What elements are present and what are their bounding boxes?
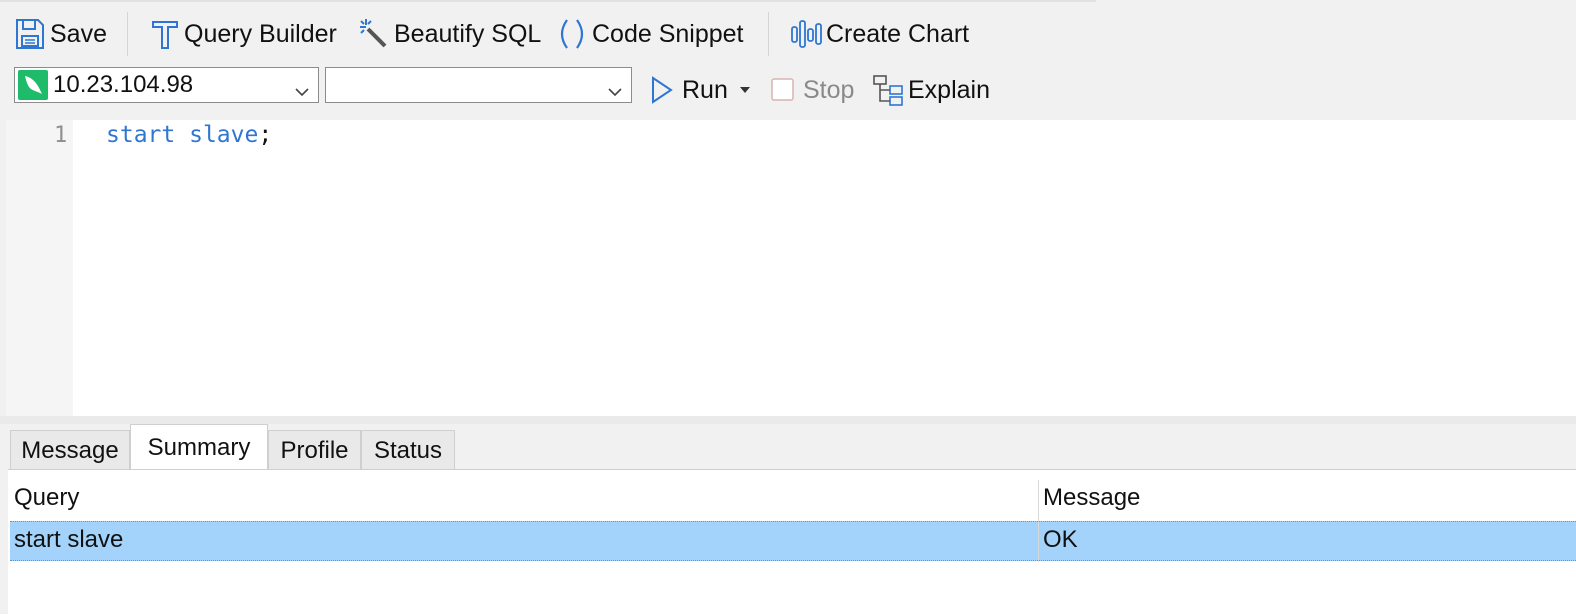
chevron-down-icon [294,78,310,106]
save-label: Save [50,19,107,48]
table-row[interactable]: start slave OK [10,521,1576,561]
run-button[interactable]: Run [650,70,728,110]
chart-icon [790,17,822,51]
tab-label: Status [373,436,443,464]
run-dropdown-button[interactable] [739,70,759,110]
run-label: Run [682,75,728,104]
sql-keyword: start [106,122,176,148]
connection-select[interactable]: 10.23.104.98 [14,67,319,103]
parentheses-icon [556,17,588,51]
query-builder-label: Query Builder [184,19,337,48]
toolbar-top-border [0,0,1096,2]
explain-button[interactable]: Explain [872,70,990,110]
query-window: Save Query Builder Beautify SQL Code Sni… [0,0,1576,615]
magic-wand-icon [358,17,390,51]
column-divider[interactable] [1038,480,1039,562]
column-header-query[interactable]: Query [14,484,79,512]
results-panel: Message Summary Profile Status Query Mes… [6,424,1576,615]
database-select[interactable] [325,67,632,103]
mysql-connection-icon [18,70,48,100]
query-builder-icon [150,17,180,51]
tab-profile[interactable]: Profile [268,430,361,470]
code-snippet-button[interactable]: Code Snippet [556,14,744,54]
tab-summary[interactable]: Summary [130,424,268,470]
tab-label: Summary [147,433,251,461]
code-snippet-label: Code Snippet [592,19,744,48]
beautify-sql-button[interactable]: Beautify SQL [358,14,541,54]
query-builder-button[interactable]: Query Builder [150,14,337,54]
chevron-down-icon [607,78,623,106]
line-number: 1 [54,123,68,148]
play-icon [650,75,674,105]
stop-label: Stop [803,75,855,104]
explain-tree-icon [872,74,904,106]
tab-label: Profile [280,436,349,464]
toolbar-separator [127,12,128,56]
save-button[interactable]: Save [14,14,107,54]
tab-status[interactable]: Status [361,430,455,470]
create-chart-label: Create Chart [826,19,970,48]
stop-button[interactable]: Stop [771,70,854,110]
create-chart-button[interactable]: Create Chart [790,14,969,54]
pane-splitter[interactable] [0,416,1576,424]
code-line[interactable]: start slave; [106,122,272,148]
cell-message: OK [1043,526,1078,553]
summary-grid: Query Message start slave OK [8,469,1576,615]
caret-down-icon [739,85,751,95]
sql-editor[interactable]: 1 start slave; [6,120,1576,416]
tab-message[interactable]: Message [10,430,130,470]
cell-query: start slave [14,526,124,553]
main-toolbar: Save Query Builder Beautify SQL Code Sni… [0,0,1576,64]
toolbar-separator [768,12,769,56]
save-icon [14,17,46,51]
column-header-message[interactable]: Message [1043,484,1140,512]
sql-punctuation: ; [258,122,273,148]
stop-icon [771,77,795,103]
connection-value: 10.23.104.98 [53,71,194,98]
sql-keyword: slave [189,122,259,148]
line-number-gutter: 1 [6,120,73,416]
explain-label: Explain [908,75,990,104]
tab-label: Message [21,436,119,464]
beautify-sql-label: Beautify SQL [394,19,542,48]
